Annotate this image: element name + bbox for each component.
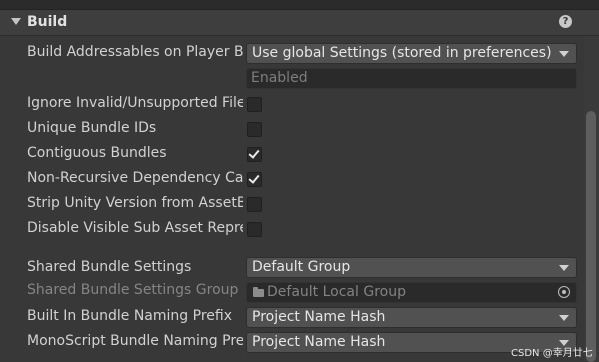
section-title: Build bbox=[27, 14, 68, 30]
disable-visible-sub-asset-checkbox[interactable] bbox=[247, 222, 262, 237]
monoscript-naming-label: MonoScript Bundle Naming Prefix bbox=[27, 333, 243, 349]
built-in-naming-dropdown[interactable]: Project Name Hash bbox=[246, 307, 577, 328]
non-recursive-checkbox[interactable] bbox=[247, 172, 262, 187]
vertical-scrollbar[interactable] bbox=[584, 36, 599, 362]
strip-unity-version-label: Strip Unity Version from AssetBundles bbox=[27, 195, 243, 211]
unique-bundle-ids-checkbox[interactable] bbox=[247, 122, 262, 137]
non-recursive-label: Non-Recursive Dependency Calculation bbox=[27, 170, 243, 186]
chevron-down-icon bbox=[559, 315, 569, 321]
shared-bundle-settings-group-value: Default Local Group bbox=[267, 284, 406, 300]
shared-bundle-settings-dropdown[interactable]: Default Group bbox=[246, 257, 577, 278]
build-addressables-label: Build Addressables on Player Build bbox=[27, 44, 243, 60]
built-in-naming-value: Project Name Hash bbox=[252, 309, 386, 325]
shared-bundle-settings-group-field: Default Local Group bbox=[246, 282, 577, 303]
scrollbar-thumb[interactable] bbox=[586, 111, 596, 362]
object-picker-icon[interactable] bbox=[558, 286, 570, 298]
chevron-down-icon bbox=[559, 265, 569, 271]
fold-arrow-icon[interactable] bbox=[11, 18, 21, 25]
strip-unity-version-checkbox[interactable] bbox=[247, 197, 262, 212]
ignore-invalid-label: Ignore Invalid/Unsupported Files in Buil… bbox=[27, 95, 243, 111]
build-addressables-value: Use global Settings (stored in preferenc… bbox=[252, 45, 552, 61]
top-strip bbox=[0, 0, 599, 9]
watermark: CSDN @幸月廿七 bbox=[511, 348, 593, 359]
built-in-naming-label: Built In Bundle Naming Prefix bbox=[27, 308, 232, 324]
build-state-field: Enabled bbox=[246, 68, 577, 89]
shared-bundle-settings-label: Shared Bundle Settings bbox=[27, 259, 192, 275]
checkmark-icon bbox=[248, 147, 260, 159]
folder-icon bbox=[253, 287, 264, 297]
help-icon[interactable]: ? bbox=[559, 15, 572, 28]
unique-bundle-ids-label: Unique Bundle IDs bbox=[27, 120, 157, 136]
contiguous-bundles-checkbox[interactable] bbox=[247, 147, 262, 162]
chevron-down-icon bbox=[559, 51, 569, 57]
build-addressables-dropdown[interactable]: Use global Settings (stored in preferenc… bbox=[246, 43, 577, 64]
ignore-invalid-checkbox[interactable] bbox=[247, 97, 262, 112]
checkmark-icon bbox=[248, 172, 260, 184]
disable-visible-sub-asset-label: Disable Visible Sub Asset Representation… bbox=[27, 220, 243, 236]
build-state-value: Enabled bbox=[251, 70, 308, 86]
shared-bundle-settings-group-label: Shared Bundle Settings Group bbox=[27, 282, 239, 298]
monoscript-naming-value: Project Name Hash bbox=[252, 334, 386, 350]
shared-bundle-settings-value: Default Group bbox=[252, 259, 351, 275]
contiguous-bundles-label: Contiguous Bundles bbox=[27, 145, 167, 161]
section-header-build[interactable]: Build ? bbox=[0, 9, 599, 36]
